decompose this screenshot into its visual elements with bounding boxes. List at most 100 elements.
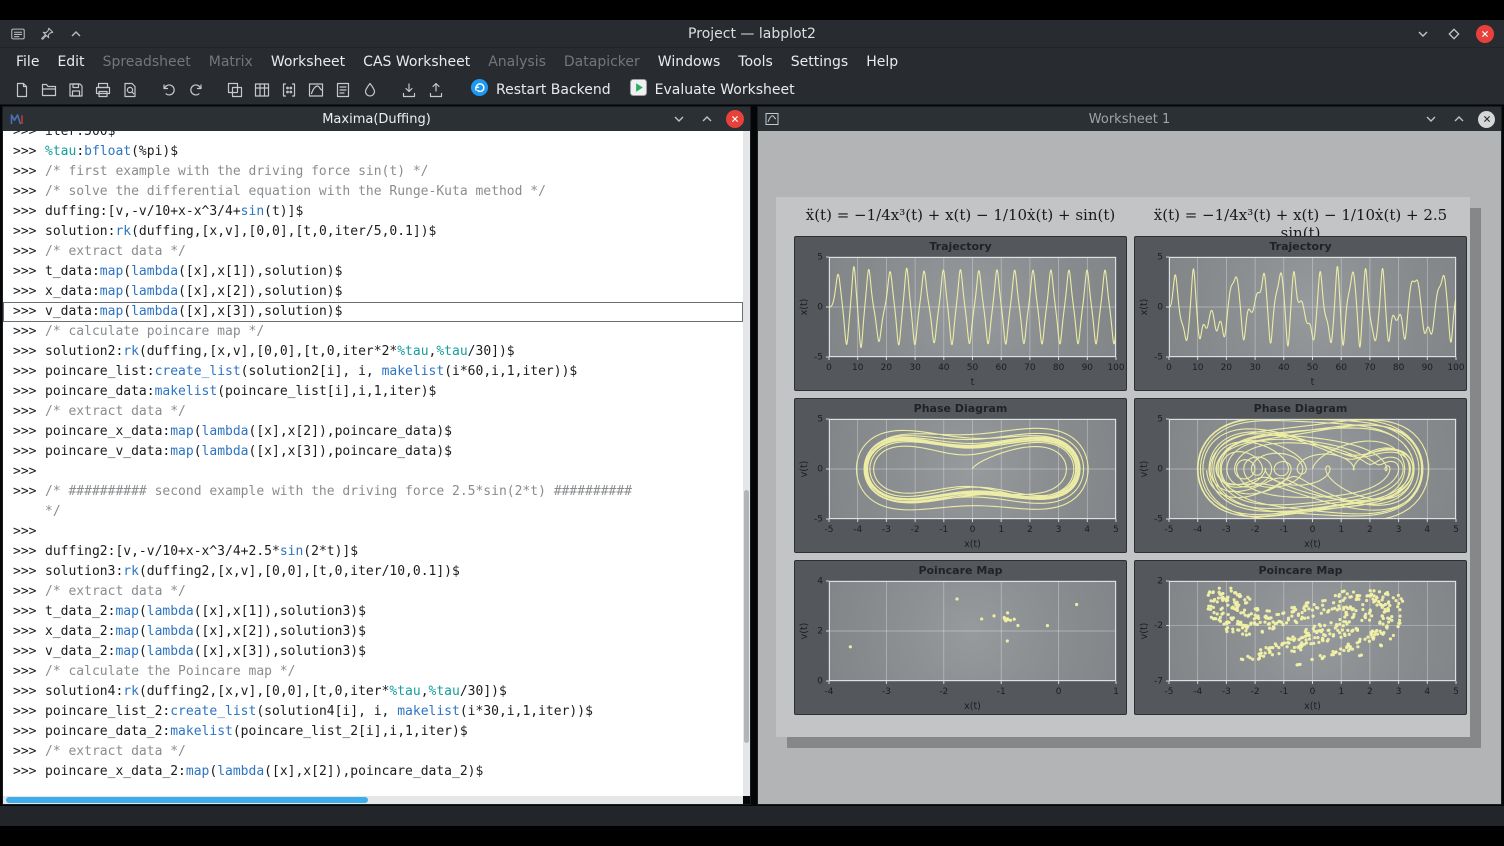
- plot-poincare-duffing1[interactable]: Poincare Map: [794, 560, 1127, 715]
- console-prompt: >>>: [3, 342, 45, 362]
- console-code: duffing2:[v,-v/10+x-x^3/4+2.5*sin(2*t)]$: [45, 542, 743, 562]
- close-icon[interactable]: [1478, 111, 1495, 128]
- save-project-icon[interactable]: [62, 76, 89, 103]
- new-workbook-icon[interactable]: [221, 76, 248, 103]
- plot-title: Trajectory: [795, 240, 1126, 253]
- new-worksheet-icon[interactable]: [302, 76, 329, 103]
- worksheet-window-titlebar[interactable]: Worksheet 1: [758, 107, 1501, 131]
- plot-phase-duffing1[interactable]: Phase Diagram: [794, 398, 1127, 553]
- keep-above-icon[interactable]: [67, 25, 85, 43]
- console-code: v_data_2:map(lambda([x],x[3]),solution3)…: [45, 642, 743, 662]
- console-prompt: >>>: [3, 222, 45, 242]
- cas-horizontal-scrollbar[interactable]: [3, 796, 743, 804]
- new-spreadsheet-icon[interactable]: [248, 76, 275, 103]
- console-code: /* calculate the Poincare map */: [45, 662, 743, 682]
- new-datapicker-icon[interactable]: [356, 76, 383, 103]
- print-icon[interactable]: [89, 76, 116, 103]
- console-line: >>>poincare_v_data:map(lambda([x],x[3]),…: [3, 442, 743, 462]
- minimize-icon[interactable]: [1414, 25, 1432, 43]
- redo-icon[interactable]: [182, 76, 209, 103]
- menu-item-settings[interactable]: Settings: [782, 48, 857, 75]
- console-line: >>>%tau:bfloat(%pi)$: [3, 142, 743, 162]
- cas-window-title: Maxima(Duffing): [3, 112, 750, 127]
- console-code: solution3:rk(duffing2,[x,v],[0,0],[t,0,i…: [45, 562, 743, 582]
- import-data-icon[interactable]: [395, 76, 422, 103]
- export-data-icon[interactable]: [422, 76, 449, 103]
- scrollbar-handle[interactable]: [6, 797, 368, 803]
- titlebar-left-icons: [9, 20, 85, 47]
- titlebar[interactable]: Project — labplot2: [0, 20, 1504, 47]
- console-prompt: >>>: [3, 522, 45, 542]
- console-line: >>>/* extract data */: [3, 402, 743, 422]
- restart-backend-button[interactable]: Restart Backend: [461, 76, 620, 103]
- console-prompt: >>>: [3, 542, 45, 562]
- console-line: */: [3, 502, 743, 522]
- console-line: >>>solution:rk(duffing,[x,v],[0,0],[t,0,…: [3, 222, 743, 242]
- console-line: >>>/* solve the differential equation wi…: [3, 182, 743, 202]
- console-code: /* extract data */: [45, 742, 743, 762]
- maximize-icon[interactable]: [1450, 110, 1468, 128]
- print-preview-icon[interactable]: [116, 76, 143, 103]
- console-prompt: >>>: [3, 722, 45, 742]
- equation-left: ẍ(t) = −1/4x³(t) + x(t) − 1/10ẋ(t) + sin…: [794, 206, 1127, 224]
- worksheet-view[interactable]: ẍ(t) = −1/4x³(t) + x(t) − 1/10ẋ(t) + sin…: [758, 131, 1501, 804]
- console-code: poincare_v_data:map(lambda([x],x[3]),poi…: [45, 442, 743, 462]
- console-code: x_data:map(lambda([x],x[2]),solution)$: [45, 282, 743, 302]
- console-line: >>>t_data_2:map(lambda([x],x[1]),solutio…: [3, 602, 743, 622]
- evaluate-worksheet-button[interactable]: Evaluate Worksheet: [620, 76, 804, 103]
- maximize-icon[interactable]: [1445, 25, 1463, 43]
- cas-window-titlebar[interactable]: Maxima(Duffing): [3, 107, 750, 131]
- new-matrix-icon[interactable]: [275, 76, 302, 103]
- console-line: >>>/* calculate poincare map */: [3, 322, 743, 342]
- menubar: FileEditSpreadsheetMatrixWorksheetCAS Wo…: [0, 47, 1504, 75]
- console-prompt: >>>: [3, 262, 45, 282]
- menu-item-worksheet[interactable]: Worksheet: [262, 48, 354, 75]
- cas-console[interactable]: >>>iter:500$>>>%tau:bfloat(%pi)$>>>/* fi…: [3, 131, 743, 796]
- console-line: >>>solution4:rk(duffing2,[x,v],[0,0],[t,…: [3, 682, 743, 702]
- close-icon[interactable]: [726, 110, 744, 128]
- menu-item-help[interactable]: Help: [857, 48, 907, 75]
- maximize-icon[interactable]: [698, 110, 716, 128]
- open-project-icon[interactable]: [35, 76, 62, 103]
- console-code: /* ########## second example with the dr…: [45, 482, 743, 502]
- menu-item-analysis: Analysis: [479, 48, 555, 75]
- plot-trajectory-duffing2[interactable]: Trajectory: [1134, 236, 1467, 391]
- console-line: >>>poincare_list:create_list(solution2[i…: [3, 362, 743, 382]
- menu-item-tools[interactable]: Tools: [729, 48, 782, 75]
- menu-item-windows[interactable]: Windows: [649, 48, 730, 75]
- minimize-icon[interactable]: [1422, 110, 1440, 128]
- console-line: >>>poincare_data:makelist(poincare_list[…: [3, 382, 743, 402]
- plot-phase-duffing2[interactable]: Phase Diagram: [1134, 398, 1467, 553]
- scrollbar-handle[interactable]: [744, 490, 749, 743]
- plot-title: Poincare Map: [795, 564, 1126, 577]
- console-line: >>>/* extract data */: [3, 742, 743, 762]
- minimize-icon[interactable]: [670, 110, 688, 128]
- console-prompt: >>>: [3, 142, 45, 162]
- console-prompt: >>>: [3, 131, 45, 142]
- menu-item-file[interactable]: File: [7, 48, 48, 75]
- plot-trajectory-duffing1[interactable]: Trajectory: [794, 236, 1127, 391]
- plot-title: Poincare Map: [1135, 564, 1466, 577]
- console-line: >>>: [3, 522, 743, 542]
- close-icon[interactable]: [1476, 25, 1494, 43]
- console-code: /* first example with the driving force …: [45, 162, 743, 182]
- menu-item-edit[interactable]: Edit: [48, 48, 93, 75]
- pin-icon[interactable]: [38, 25, 56, 43]
- console-prompt: [3, 502, 45, 522]
- cas-vertical-scrollbar[interactable]: [743, 131, 750, 796]
- console-prompt: >>>: [3, 322, 45, 342]
- console-prompt: >>>: [3, 422, 45, 442]
- console-prompt: >>>: [3, 682, 45, 702]
- console-code: /* extract data */: [45, 582, 743, 602]
- console-prompt: >>>: [3, 742, 45, 762]
- menu-item-cas-worksheet[interactable]: CAS Worksheet: [354, 48, 479, 75]
- new-notes-icon[interactable]: [329, 76, 356, 103]
- worksheet-window-title: Worksheet 1: [758, 112, 1501, 127]
- undo-icon[interactable]: [155, 76, 182, 103]
- plot-poincare-duffing2[interactable]: Poincare Map: [1134, 560, 1467, 715]
- evaluate-worksheet-label: Evaluate Worksheet: [655, 82, 795, 98]
- toolbar: Restart Backend Evaluate Worksheet: [0, 75, 1504, 105]
- console-code: t_data:map(lambda([x],x[1]),solution)$: [45, 262, 743, 282]
- new-project-icon[interactable]: [8, 76, 35, 103]
- console-line: >>>duffing:[v,-v/10+x-x^3/4+sin(t)]$: [3, 202, 743, 222]
